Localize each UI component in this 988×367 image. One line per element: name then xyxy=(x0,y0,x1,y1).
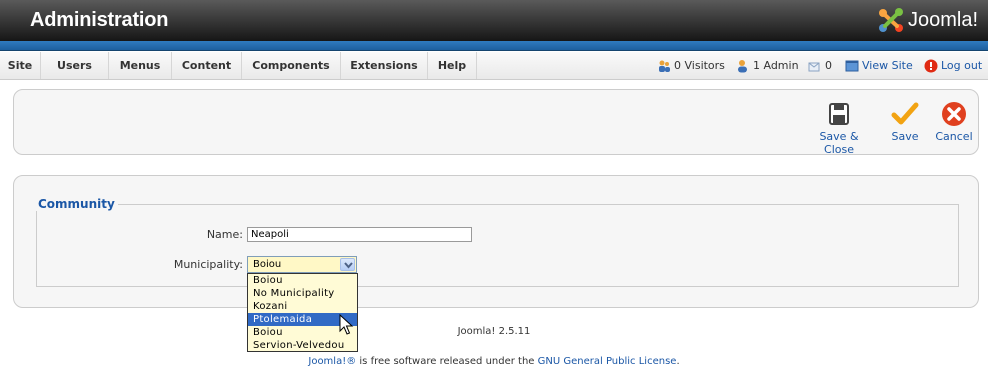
menu-menus[interactable]: Menus xyxy=(109,52,172,79)
gpl-link[interactable]: GNU General Public License xyxy=(538,356,677,367)
admin-user-icon xyxy=(738,59,747,72)
view-site-link[interactable]: View Site xyxy=(845,52,913,79)
municipality-select[interactable]: Boiou xyxy=(247,256,357,273)
cancel-button[interactable]: Cancel xyxy=(934,101,974,143)
save-label: Save xyxy=(891,130,919,143)
option-item[interactable]: Servion-Velvedou xyxy=(248,339,357,352)
municipality-label: Municipality: xyxy=(173,258,243,271)
view-site-label: View Site xyxy=(862,59,913,72)
logout-link[interactable]: Log out xyxy=(924,52,982,79)
joomla-logo-icon xyxy=(878,8,903,32)
option-item[interactable]: Boiou xyxy=(248,274,357,287)
save-button[interactable]: Save xyxy=(886,101,924,143)
messages-count: 0 xyxy=(825,59,832,72)
visitors-count: 0 Visitors xyxy=(674,59,725,72)
admin-status: 1 Admin xyxy=(736,52,799,79)
dropdown-arrow[interactable] xyxy=(340,258,355,271)
messages-icon xyxy=(808,62,820,71)
option-item[interactable]: Kozani xyxy=(248,300,357,313)
save-close-button[interactable]: Save & Close xyxy=(807,101,871,156)
joomla-link[interactable]: Joomla!® xyxy=(308,356,356,367)
license-middle-text: is free software released under the xyxy=(356,356,538,367)
license-suffix: . xyxy=(676,356,680,367)
messages-status[interactable]: 0 xyxy=(808,52,832,79)
main-menu: Site Users Menus Content Components Exte… xyxy=(0,52,988,80)
admin-count: 1 Admin xyxy=(753,59,799,72)
option-item[interactable]: No Municipality xyxy=(248,287,357,300)
toolbar-panel: Save & Close Save Cancel xyxy=(13,89,979,156)
logout-icon xyxy=(924,59,938,72)
chevron-down-icon xyxy=(344,262,353,269)
menu-site[interactable]: Site xyxy=(0,52,41,79)
menu-components[interactable]: Components xyxy=(242,52,341,79)
admin-header: Administration Joomla! xyxy=(0,0,988,41)
menu-users[interactable]: Users xyxy=(41,52,109,79)
logo-text: Joomla! xyxy=(907,8,978,31)
municipality-options-list: Boiou No Municipality Kozani Ptolemaida … xyxy=(247,273,358,352)
menu-help[interactable]: Help xyxy=(428,52,477,79)
save-close-label: Save & Close xyxy=(819,130,859,156)
name-field[interactable]: Neapoli xyxy=(247,227,472,242)
menu-content[interactable]: Content xyxy=(172,52,242,79)
floppy-disk-icon xyxy=(829,103,849,125)
fieldset-legend: Community xyxy=(35,197,118,211)
header-accent-bar xyxy=(0,41,988,51)
view-site-icon xyxy=(845,60,859,71)
checkmark-icon xyxy=(891,102,919,125)
municipality-selected-value: Boiou xyxy=(253,259,282,270)
cancel-icon xyxy=(942,102,966,126)
form-panel xyxy=(13,175,979,308)
menu-extensions[interactable]: Extensions xyxy=(341,52,428,79)
joomla-logo: Joomla! xyxy=(876,5,978,35)
version-text: Joomla! 2.5.11 xyxy=(457,326,531,337)
logout-label: Log out xyxy=(941,59,983,72)
community-fieldset xyxy=(36,204,959,287)
visitors-status: 0 Visitors xyxy=(657,52,725,79)
name-label: Name: xyxy=(206,228,243,241)
cancel-label: Cancel xyxy=(935,130,973,143)
license-text: Joomla!® is free software released under… xyxy=(0,356,988,367)
visitors-icon xyxy=(659,60,670,72)
header-title: Administration xyxy=(30,9,169,31)
